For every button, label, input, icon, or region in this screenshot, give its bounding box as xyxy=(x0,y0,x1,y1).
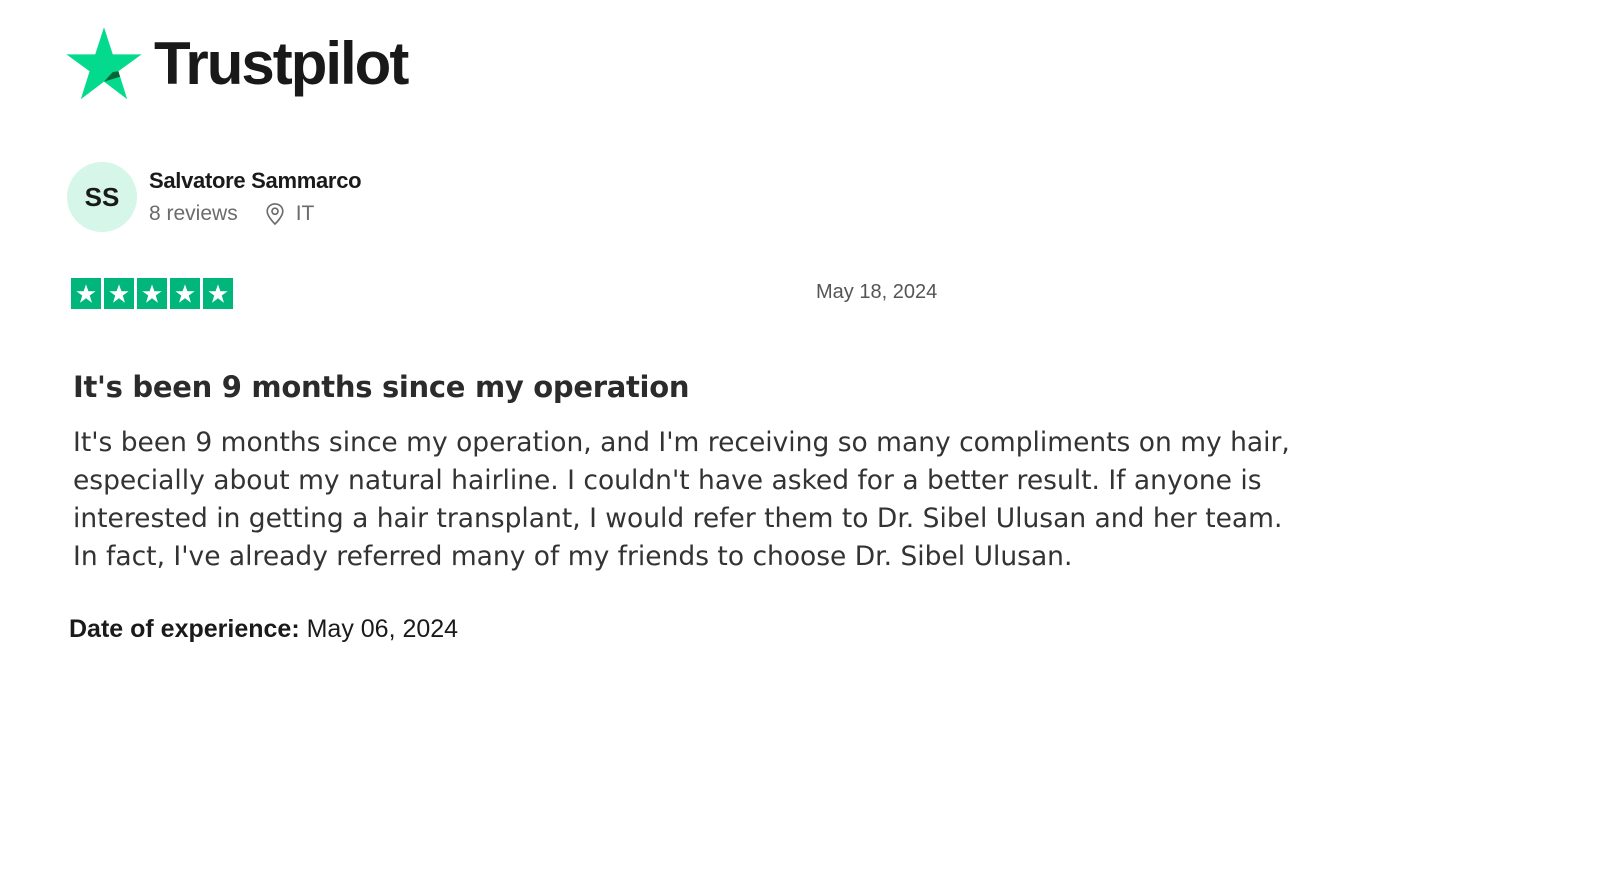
review-body-line: especially about my natural hairline. I … xyxy=(73,465,1262,496)
reviewer-header: SS Salvatore Sammarco 8 reviews IT xyxy=(67,162,362,232)
review-body-line: It's been 9 months since my operation, a… xyxy=(73,427,1290,458)
avatar[interactable]: SS xyxy=(67,162,137,232)
date-of-experience: Date of experience: May 06, 2024 xyxy=(69,615,458,644)
rating-star xyxy=(104,278,134,309)
review-title[interactable]: It's been 9 months since my operation xyxy=(73,370,689,404)
reviewer-country: IT xyxy=(295,202,315,226)
rating-star xyxy=(203,278,233,309)
star-icon xyxy=(109,283,129,303)
experience-date: May 06, 2024 xyxy=(306,615,459,643)
star-icon xyxy=(142,283,162,303)
review-body-line: interested in getting a hair transplant,… xyxy=(73,503,1283,534)
review-date: May 18, 2024 xyxy=(816,281,938,303)
star-icon xyxy=(208,283,228,303)
reviewer-name[interactable]: Salvatore Sammarco xyxy=(149,168,362,194)
trustpilot-star-icon xyxy=(66,27,142,100)
rating-star xyxy=(137,278,167,309)
star-rating xyxy=(71,278,233,309)
logo-text: Trustpilot xyxy=(154,30,409,97)
reviews-count: 8 reviews xyxy=(149,202,238,226)
rating-star xyxy=(170,278,200,309)
star-icon xyxy=(175,283,195,303)
review-body: It's been 9 months since my operation, a… xyxy=(73,424,1393,576)
star-icon xyxy=(76,283,96,303)
reviewer-meta: 8 reviews IT xyxy=(149,202,361,226)
map-pin-icon xyxy=(266,203,284,226)
rating-star xyxy=(71,278,101,309)
experience-label: Date of experience: xyxy=(69,615,300,643)
review-body-line: In fact, I've already referred many of m… xyxy=(73,541,1073,572)
trustpilot-logo: Trustpilot xyxy=(64,24,409,104)
reviewer-info: Salvatore Sammarco 8 reviews IT xyxy=(149,168,362,226)
